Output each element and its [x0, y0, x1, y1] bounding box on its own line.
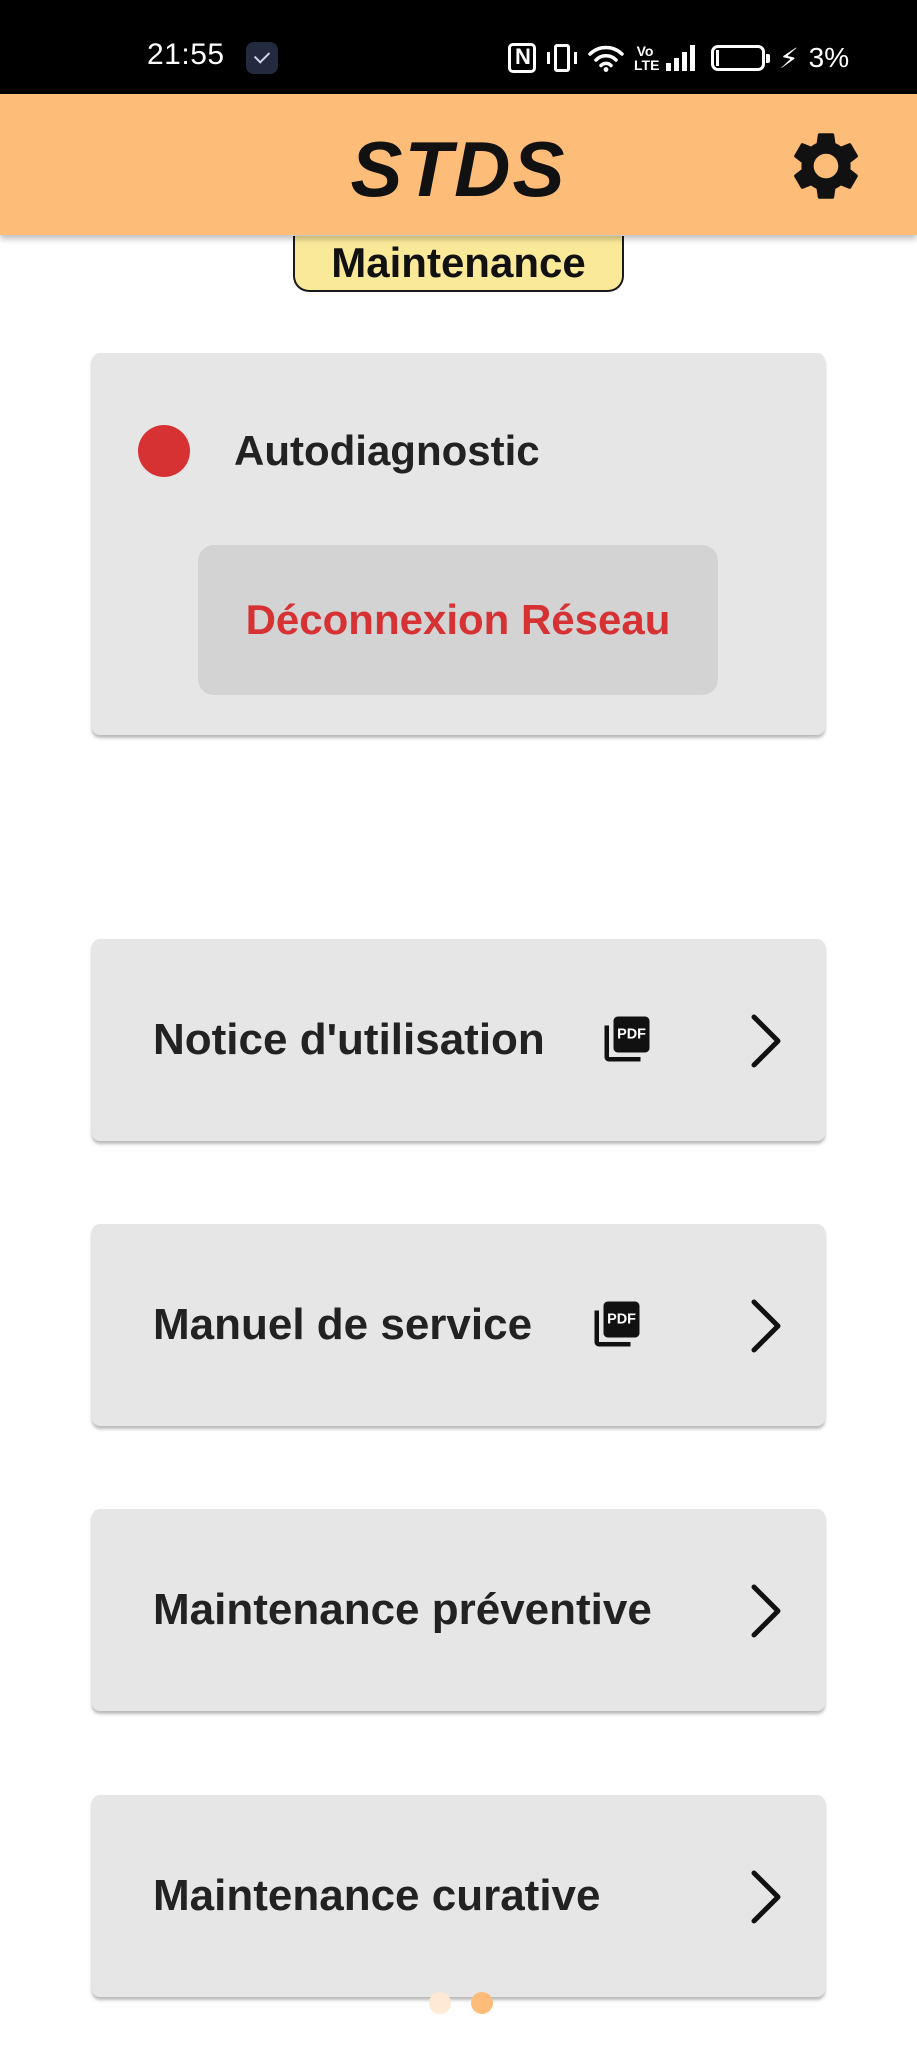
- menu-item-manuel-service[interactable]: Manuel de service PDF: [92, 1224, 825, 1426]
- page-dot-active[interactable]: [470, 1992, 493, 2014]
- settings-button[interactable]: [780, 120, 872, 212]
- svg-text:PDF: PDF: [617, 1027, 646, 1043]
- pdf-icon: PDF: [604, 1016, 650, 1062]
- volte-label: Vo LTE: [634, 43, 660, 73]
- wifi-icon: [588, 45, 624, 72]
- autodiagnostic-card: Autodiagnostic Déconnexion Réseau: [92, 353, 825, 735]
- chevron-right-icon: [751, 1299, 781, 1353]
- svg-text:PDF: PDF: [607, 1312, 636, 1328]
- section-tab-maintenance: Maintenance: [293, 236, 624, 292]
- battery-level: [716, 50, 719, 66]
- nfc-icon: [508, 43, 536, 73]
- battery-percent: 3%: [808, 42, 850, 73]
- network-status-button[interactable]: Déconnexion Réseau: [198, 545, 718, 695]
- notification-icon: [246, 42, 278, 74]
- status-icons: VoLTE ⚡ 3%: [508, 40, 849, 76]
- menu-item-label: Maintenance curative: [153, 1871, 601, 1920]
- status-bar: 21:55 VoLTE ⚡ 3%: [0, 0, 917, 94]
- autodiagnostic-label: Autodiagnostic: [234, 427, 540, 474]
- chevron-right-icon: [751, 1584, 781, 1638]
- chevron-right-icon: [751, 1014, 781, 1068]
- status-indicator-dot: [138, 425, 190, 477]
- gear-icon: [794, 133, 858, 199]
- menu-item-label: Notice d'utilisation: [153, 1015, 545, 1064]
- vibrate-icon: [547, 44, 577, 72]
- menu-item-maintenance-preventive[interactable]: Maintenance préventive: [92, 1509, 825, 1711]
- battery-icon: [711, 45, 770, 71]
- charging-icon: ⚡: [779, 42, 799, 74]
- status-time: 21:55: [147, 38, 225, 71]
- menu-item-maintenance-curative[interactable]: Maintenance curative: [92, 1795, 825, 1997]
- chevron-right-icon: [751, 1870, 781, 1924]
- page-dot[interactable]: [428, 1992, 451, 2014]
- menu-item-label: Maintenance préventive: [153, 1585, 652, 1634]
- menu-item-label: Manuel de service: [153, 1300, 533, 1349]
- page-indicator: [4, 1992, 917, 2014]
- app-bar: STDS: [0, 94, 917, 235]
- menu-item-notice-utilisation[interactable]: Notice d'utilisation PDF: [92, 939, 825, 1141]
- signal-icon: [666, 45, 695, 71]
- pdf-icon: PDF: [594, 1301, 640, 1347]
